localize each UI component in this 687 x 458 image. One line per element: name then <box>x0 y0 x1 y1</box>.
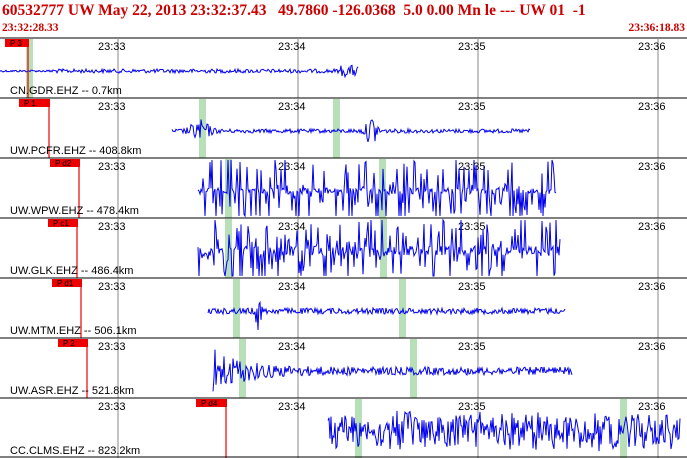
station-label: UW.ASR.EHZ -- 521.8km <box>10 385 134 397</box>
waveform-trace <box>171 119 531 143</box>
time-tick-label: 23:36 <box>638 101 666 113</box>
station-label: UW.PCFR.EHZ -- 408.8km <box>10 145 141 157</box>
station-label: UW.MTM.EHZ -- 506.1km <box>10 325 137 337</box>
time-tick-label: 23:34 <box>278 221 306 233</box>
time-tick-label: 23:34 <box>278 101 306 113</box>
time-tick-label: 23:33 <box>98 161 126 173</box>
time-tick-label: 23:36 <box>638 281 666 293</box>
phase-window-band <box>333 99 340 158</box>
time-tick-label: 23:36 <box>638 341 666 353</box>
time-tick-label: 23:36 <box>638 221 666 233</box>
waveform-trace <box>212 349 573 392</box>
time-tick-label: 23:35 <box>458 341 486 353</box>
time-tick-label: 23:34 <box>278 401 306 413</box>
time-tick-label: 23:33 <box>98 101 126 113</box>
time-tick-label: 23:33 <box>98 41 126 53</box>
pick-label: P 2 <box>63 339 75 348</box>
pick-label: P d4 <box>201 399 218 408</box>
pick-label: P c1 <box>53 219 69 228</box>
time-tick-label: 23:35 <box>458 281 486 293</box>
time-tick-label: 23:34 <box>278 41 306 53</box>
time-tick-label: 23:34 <box>278 281 306 293</box>
time-tick-label: 23:33 <box>98 401 126 413</box>
pick-label: P d1 <box>57 279 74 288</box>
waveform-trace <box>0 64 359 79</box>
time-tick-label: 23:35 <box>458 161 486 173</box>
time-tick-label: 23:34 <box>278 161 306 173</box>
station-label: CN.GDR.EHZ -- 0.7km <box>10 85 122 97</box>
time-tick-label: 23:36 <box>638 41 666 53</box>
station-label: UW.WPW.EHZ -- 478.4km <box>10 205 139 217</box>
pick-label: P d2 <box>55 159 72 168</box>
waveform-trace <box>327 410 681 452</box>
time-tick-label: 23:34 <box>278 341 306 353</box>
time-tick-label: 23:35 <box>458 41 486 53</box>
phase-window-band <box>399 279 406 338</box>
time-tick-label: 23:33 <box>98 281 126 293</box>
time-tick-label: 23:35 <box>458 101 486 113</box>
seismogram-panel[interactable]: 23:33 23:34 23:35 23:36 P 3 CN.GDR.EHZ -- 0.7… <box>0 0 687 458</box>
time-tick-label: 23:35 <box>458 221 486 233</box>
waveform-trace <box>207 300 566 331</box>
time-tick-label: 23:33 <box>98 341 126 353</box>
pick-label: P 1 <box>24 99 36 108</box>
time-tick-label: 23:36 <box>638 161 666 173</box>
time-tick-label: 23:35 <box>458 401 486 413</box>
time-tick-label: 23:33 <box>98 221 126 233</box>
waveform-trace <box>197 159 557 218</box>
time-tick-label: 23:36 <box>638 401 666 413</box>
waveform-trace <box>197 218 561 277</box>
phase-window-band <box>410 339 417 398</box>
station-label: CC.CLMS.EHZ -- 823.2km <box>10 445 140 457</box>
pick-label: P 3 <box>10 39 22 48</box>
station-label: UW.GLK.EHZ -- 486.4km <box>10 265 133 277</box>
